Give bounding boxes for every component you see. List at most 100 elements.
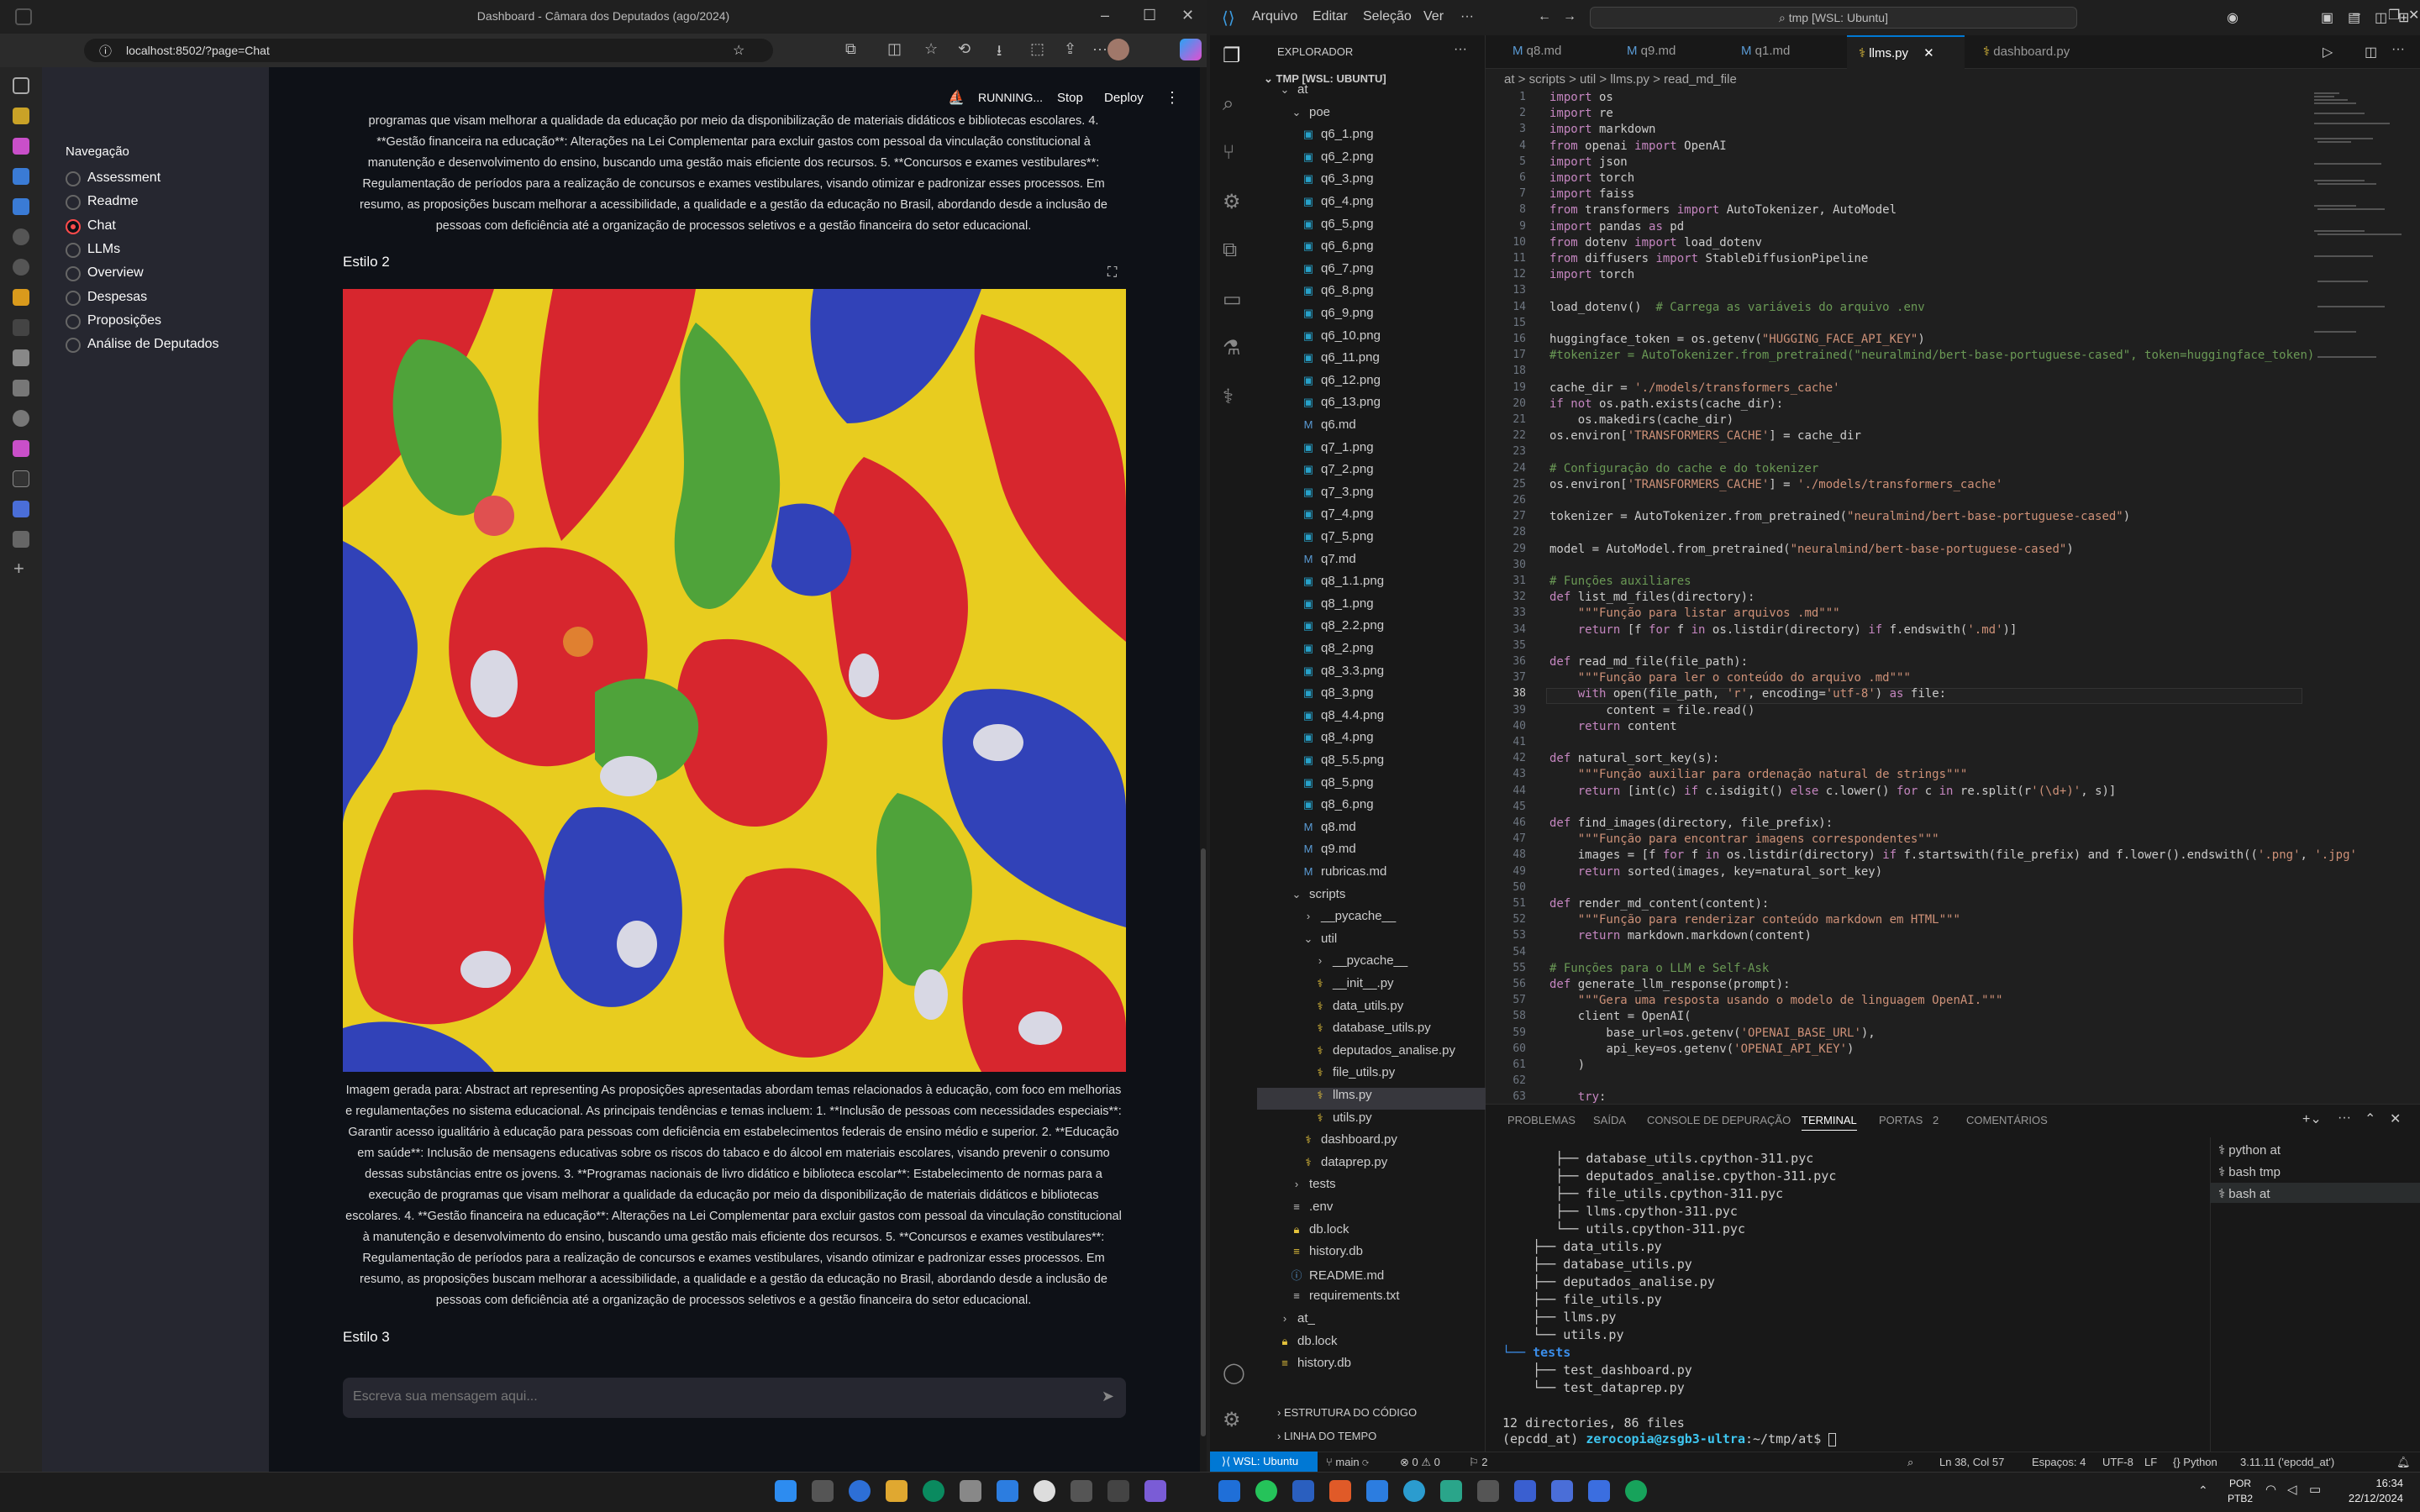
history-icon[interactable]: ⟲ [958,40,971,58]
tab-portas[interactable]: PORTAS [1879,1114,1923,1126]
tree-file[interactable]: ⚕ utils.py [1257,1110,1486,1132]
breadcrumb[interactable]: at > scripts > util > llms.py > read_md_… [1504,72,1737,87]
menu-editar[interactable]: Editar [1313,9,1348,24]
layout-icon[interactable]: ▣ [2321,9,2333,26]
send-icon[interactable]: ➤ [1102,1388,1114,1405]
browser-scrollbar[interactable] [1200,67,1207,1472]
tree-file[interactable]: ▣ q6_11.png [1257,350,1486,372]
maximize-panel-icon[interactable]: ⌃ [2365,1110,2375,1127]
tree-file[interactable]: ⚕ deputados_analise.py [1257,1043,1486,1065]
stop-button[interactable]: Stop [1057,91,1083,105]
tree-file[interactable]: ≡ .env [1257,1200,1486,1221]
tree-file[interactable]: ⚕ file_utils.py [1257,1065,1486,1087]
tree-file[interactable]: ▣ q8_4.png [1257,730,1486,752]
clock[interactable]: 16:34 22/12/2024 [2336,1476,2403,1506]
tree-file[interactable]: ▣ q8_1.1.png [1257,574,1486,596]
taskbar-app-icon[interactable] [1551,1480,1573,1502]
radio-button[interactable] [66,242,81,258]
editor-tab[interactable]: M q9.md [1615,35,1721,69]
tree-file[interactable]: ▣ q6_13.png [1257,395,1486,417]
menu-ver[interactable]: Ver [1423,9,1444,24]
copilot-icon[interactable] [1180,39,1202,60]
volume-icon[interactable]: ◁ [2287,1482,2297,1497]
sidebar-app-icon[interactable] [13,108,29,124]
taskbar-app-icon[interactable] [1514,1480,1536,1502]
tree-file[interactable]: ▣ q8_2.2.png [1257,618,1486,640]
tree-file[interactable]: Mq6.md [1257,417,1486,439]
terminal-item[interactable]: ⚕ bash tmp [2218,1164,2281,1179]
sidebar-app-icon[interactable] [13,440,29,457]
tree-file[interactable]: ▣ q8_3.3.png [1257,664,1486,685]
fullscreen-icon[interactable]: ⛶ [1107,265,1117,281]
cursor-position[interactable]: Ln 38, Col 57 [1939,1456,2004,1468]
remote-indicator[interactable]: ⟩⟨ WSL: Ubuntu [1210,1452,1318,1472]
favorites-icon[interactable]: ☆ [924,40,938,58]
command-center[interactable]: ⌕ tmp [WSL: Ubuntu] [1590,7,2077,29]
restore-icon[interactable]: ❐ [2388,7,2400,24]
run-icon[interactable]: ▷ [2323,44,2333,60]
split-editor-icon[interactable]: ◫ [2365,44,2377,60]
tree-file[interactable]: ▣ q6_7.png [1257,261,1486,283]
sidebar-app-icon[interactable] [13,138,29,155]
tree-file[interactable]: ▣ q7_2.png [1257,462,1486,484]
start-icon[interactable] [775,1480,797,1502]
close-panel-icon[interactable]: ✕ [2390,1110,2401,1127]
taskbar-app-icon[interactable] [1218,1480,1240,1502]
debug-icon[interactable]: ⚙ [1223,190,1241,214]
copilot-icon[interactable]: ◉ [2227,9,2238,26]
sidebar-app-icon[interactable] [13,259,29,276]
favorite-icon[interactable]: ☆ [733,42,744,59]
tree-folder[interactable]: ⌄ util [1257,932,1486,953]
taskbar-app-icon[interactable] [1144,1480,1166,1502]
add-icon[interactable]: + [13,558,24,580]
tree-file[interactable]: ▣ q6_9.png [1257,306,1486,328]
maximize-icon[interactable]: ☐ [1143,7,1156,24]
tree-file[interactable]: ▣ q8_1.png [1257,596,1486,618]
tree-file[interactable]: ⚕ llms.py [1257,1088,1486,1110]
radio-button[interactable] [66,338,81,354]
terminal-prompt[interactable]: (epcdd_at) zerocopia@zsgb3-ultra:~/tmp/a… [1502,1431,1837,1446]
tree-file[interactable]: ⚕ dashboard.py [1257,1132,1486,1154]
menu-selecao[interactable]: Seleção [1363,9,1412,24]
taskbar-app-icon[interactable] [849,1480,871,1502]
nav-forward-icon[interactable]: → [1563,9,1576,24]
share-icon[interactable]: ⇪ [1064,40,1076,58]
minimize-icon[interactable]: – [2353,7,2360,22]
deploy-button[interactable]: Deploy [1104,91,1144,105]
tree-file[interactable]: ▣ q7_3.png [1257,485,1486,507]
tree-file[interactable]: ⚕ __init__.py [1257,976,1486,998]
address-bar[interactable]: ⓘ localhost:8502/?page=Chat ☆ [84,39,773,62]
screenshot-icon[interactable]: ⬚ [1030,40,1044,58]
tree-folder[interactable]: ⌄ at [1257,82,1486,104]
explorer-icon[interactable]: ❐ [1223,44,1241,68]
settings-icon[interactable]: ⚙ [1223,1408,1241,1432]
editor-tab[interactable]: ⚕ llms.py ✕ [1847,35,1965,69]
python-icon[interactable]: ⚕ [1223,385,1234,409]
close-tab-icon[interactable]: ✕ [1920,46,1934,60]
new-terminal-icon[interactable]: +⌄ [2302,1110,2322,1127]
tree-file[interactable]: ▣ q8_4.4.png [1257,708,1486,730]
taskbar-app-icon[interactable] [1071,1480,1092,1502]
tree-file[interactable]: ⚕ data_utils.py [1257,999,1486,1021]
account-icon[interactable]: ◯ [1223,1361,1245,1385]
minimize-icon[interactable]: – [1101,7,1109,24]
remote-explorer-icon[interactable]: ▭ [1223,287,1242,312]
taskbar-app-icon[interactable] [997,1480,1018,1502]
tree-file[interactable]: ▣ q6_12.png [1257,373,1486,395]
radio-button[interactable] [66,313,81,329]
tree-file[interactable]: ⓘ README.md [1257,1267,1486,1289]
sidebar-app-icon[interactable] [13,228,29,245]
editor-tab[interactable]: M q8.md [1501,35,1607,69]
tree-file[interactable]: ≡ history.db [1257,1244,1486,1266]
tree-file[interactable]: ▣ q7_4.png [1257,507,1486,528]
tree-file[interactable]: ▣ q6_3.png [1257,171,1486,193]
tree-file[interactable]: ▣ q8_2.png [1257,641,1486,663]
sidebar-app-icon[interactable] [13,501,29,517]
tree-file[interactable]: ▣ q6_4.png [1257,194,1486,216]
tab-comentarios[interactable]: COMENTÁRIOS [1966,1114,2048,1126]
more-icon[interactable]: ··· [1092,40,1107,58]
info-icon[interactable]: ⓘ [99,42,112,60]
extensions-icon[interactable]: ⧉ [845,40,856,58]
tree-file[interactable]: ⚕ dataprep.py [1257,1155,1486,1177]
sidebar-app-icon[interactable] [13,380,29,396]
